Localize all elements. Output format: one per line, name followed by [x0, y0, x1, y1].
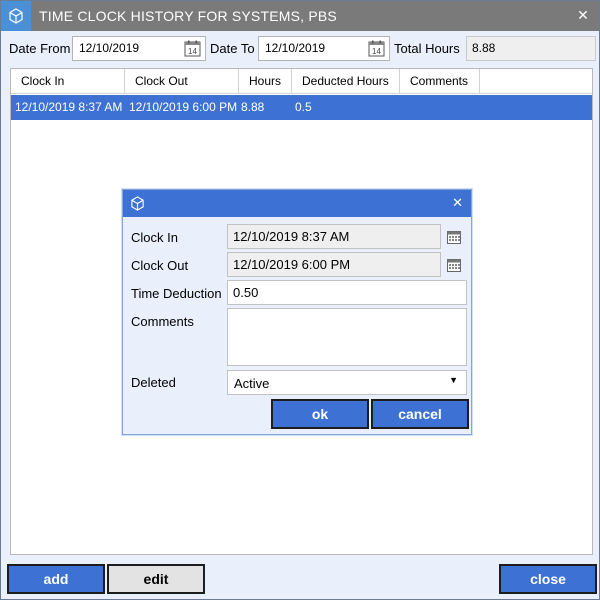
- column-header-deducted-hours[interactable]: Deducted Hours: [292, 69, 400, 94]
- date-to-value: 12/10/2019: [265, 41, 326, 55]
- total-hours-value: 8.88: [472, 41, 496, 55]
- close-button[interactable]: close: [499, 564, 597, 594]
- date-to-field[interactable]: 12/10/2019 14: [258, 36, 390, 61]
- clock-out-label: Clock Out: [131, 258, 189, 273]
- total-hours-label: Total Hours: [394, 41, 460, 56]
- date-to-label: Date To: [210, 41, 255, 56]
- time-deduction-input[interactable]: 0.50: [227, 280, 467, 305]
- cell-deducted-hours: 0.5: [295, 100, 312, 114]
- column-header-hours[interactable]: Hours: [239, 69, 292, 94]
- deleted-selected-value: Active: [234, 376, 270, 391]
- calendar-icon[interactable]: [447, 258, 461, 275]
- column-header-comments[interactable]: Comments: [400, 69, 480, 94]
- deleted-dropdown[interactable]: Active ▼: [227, 370, 467, 395]
- time-clock-history-window: TIME CLOCK HISTORY FOR SYSTEMS, PBS ✕ Da…: [0, 0, 600, 600]
- dialog-titlebar: ✕: [123, 190, 471, 217]
- clock-out-field[interactable]: 12/10/2019 6:00 PM: [227, 252, 441, 277]
- date-from-value: 12/10/2019: [79, 41, 140, 55]
- deleted-label: Deleted: [131, 375, 176, 390]
- clock-out-value: 12/10/2019 6:00 PM: [233, 257, 351, 272]
- chevron-down-icon: ▼: [449, 375, 458, 385]
- add-button[interactable]: add: [7, 564, 105, 594]
- time-deduction-value: 0.50: [233, 285, 259, 300]
- svg-text:14: 14: [188, 47, 197, 56]
- grid-header: Clock In Clock Out Hours Deducted Hours …: [11, 69, 592, 94]
- svg-text:14: 14: [372, 47, 381, 56]
- cube-icon: [1, 1, 31, 31]
- window-titlebar: TIME CLOCK HISTORY FOR SYSTEMS, PBS ✕: [1, 1, 599, 31]
- column-header-clock-out[interactable]: Clock Out: [125, 69, 239, 94]
- clock-in-field[interactable]: 12/10/2019 8:37 AM: [227, 224, 441, 249]
- table-row[interactable]: 12/10/2019 8:37 AM 12/10/2019 6:00 PM 8.…: [11, 95, 592, 120]
- clock-in-value: 12/10/2019 8:37 AM: [233, 229, 350, 244]
- cell-clock-in: 12/10/2019 8:37 AM: [15, 100, 123, 114]
- cell-clock-out: 12/10/2019 6:00 PM: [129, 100, 238, 114]
- edit-button[interactable]: edit: [107, 564, 205, 594]
- comments-label: Comments: [131, 314, 194, 329]
- clock-in-label: Clock In: [131, 230, 178, 245]
- total-hours-field: 8.88: [466, 36, 596, 61]
- edit-time-entry-dialog: ✕ Clock In 12/10/2019 8:37 AM Clock Out …: [122, 189, 472, 435]
- cancel-button[interactable]: cancel: [371, 399, 469, 429]
- close-icon[interactable]: ✕: [575, 7, 591, 23]
- date-from-field[interactable]: 12/10/2019 14: [72, 36, 206, 61]
- cube-icon: [130, 196, 145, 214]
- calendar-icon[interactable]: 14: [184, 40, 201, 60]
- calendar-icon[interactable]: 14: [368, 40, 385, 60]
- cell-hours: 8.88: [241, 100, 265, 114]
- time-deduction-label: Time Deduction: [131, 286, 222, 301]
- close-icon[interactable]: ✕: [452, 195, 463, 211]
- window-title: TIME CLOCK HISTORY FOR SYSTEMS, PBS: [39, 8, 337, 24]
- comments-textarea[interactable]: [227, 308, 467, 366]
- ok-button[interactable]: ok: [271, 399, 369, 429]
- date-from-label: Date From: [9, 41, 71, 56]
- column-header-clock-in[interactable]: Clock In: [11, 69, 125, 94]
- calendar-icon[interactable]: [447, 230, 461, 247]
